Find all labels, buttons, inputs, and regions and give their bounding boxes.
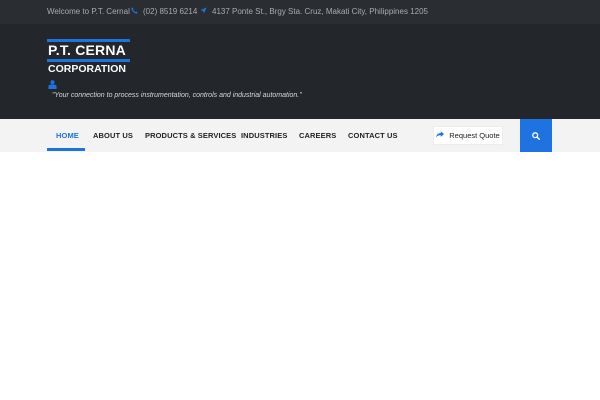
logo-line-1: P.T. CERNA [48,42,126,58]
site-header: P.T. CERNA CORPORATION "Your connection … [0,24,600,119]
main-navigation: HOME ABOUT US PRODUCTS & SERVICES INDUST… [0,119,600,152]
phone-info[interactable]: (02) 8519 6214 [131,7,197,16]
person-icon [48,76,57,89]
search-icon [532,127,541,145]
search-button[interactable] [520,119,552,152]
address-info: 4137 Ponte St., Brgy Sta. Cruz, Makati C… [200,7,428,16]
welcome-text: Welcome to P.T. Cernal [47,7,130,16]
company-logo[interactable]: P.T. CERNA CORPORATION [47,39,130,89]
logo-line-2: CORPORATION [48,63,126,75]
request-quote-button[interactable]: Request Quote [433,126,503,145]
logo-middle-bar [47,59,130,62]
nav-item-contact-us[interactable]: CONTACT US [348,131,398,140]
main-content-area [0,152,600,400]
nav-item-home[interactable]: HOME [56,131,79,140]
location-arrow-icon [200,7,207,16]
nav-item-products-services[interactable]: PRODUCTS & SERVICES [145,131,236,140]
company-tagline: "Your connection to process instrumentat… [52,92,302,99]
share-arrow-icon [436,131,445,140]
nav-item-industries[interactable]: INDUSTRIES [241,131,287,140]
active-nav-indicator [47,148,85,151]
nav-item-careers[interactable]: CAREERS [299,131,336,140]
phone-icon [131,7,138,16]
nav-item-about-us[interactable]: ABOUT US [93,131,133,140]
top-bar: Welcome to P.T. Cernal (02) 8519 6214 41… [0,0,600,24]
